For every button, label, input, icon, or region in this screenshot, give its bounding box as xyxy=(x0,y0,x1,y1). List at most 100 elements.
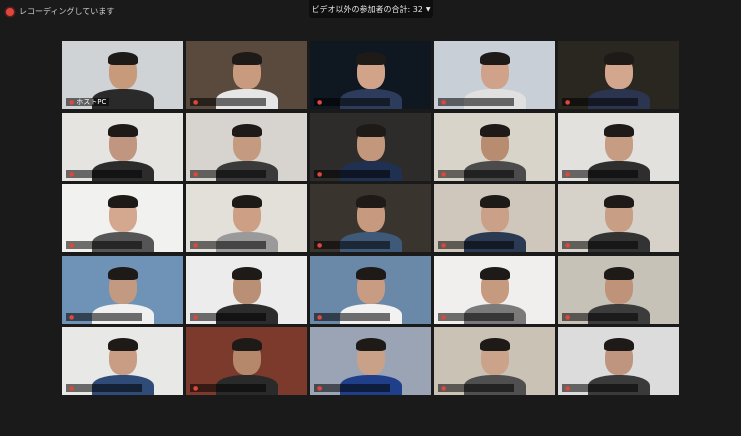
participant-name-label: ● xyxy=(190,170,266,178)
mic-muted-icon: ● xyxy=(193,385,199,392)
video-tile[interactable]: ● xyxy=(62,327,183,395)
mic-muted-icon: ● xyxy=(193,242,199,249)
participants-dropdown[interactable]: ビデオ以外の参加者の合計: 32 ▼ xyxy=(309,0,433,18)
record-icon xyxy=(6,7,14,16)
participant-hair xyxy=(108,338,138,351)
video-tile[interactable]: ● xyxy=(62,184,183,252)
participant-hair xyxy=(232,338,262,351)
video-tile[interactable]: ● xyxy=(310,113,431,181)
participant-hair xyxy=(480,52,510,65)
video-tile[interactable]: ● xyxy=(310,327,431,395)
mic-muted-icon: ● xyxy=(565,242,571,249)
mic-muted-icon: ● xyxy=(441,171,447,178)
participant-hair xyxy=(232,267,262,280)
mic-muted-icon: ● xyxy=(317,385,323,392)
video-tile[interactable]: ● ホストPC xyxy=(62,41,183,109)
video-tile[interactable]: ● xyxy=(310,184,431,252)
participant-name-label: ● xyxy=(66,241,142,249)
participant-name-label: ● xyxy=(562,241,638,249)
participant-hair xyxy=(108,267,138,280)
participant-name-label: ● xyxy=(190,384,266,392)
participant-hair xyxy=(232,52,262,65)
video-tile[interactable]: ● xyxy=(434,256,555,324)
participant-name-label: ● xyxy=(562,313,638,321)
video-tile[interactable]: ● xyxy=(186,113,307,181)
video-tile[interactable]: ● xyxy=(186,41,307,109)
participant-name-label: ● xyxy=(562,98,638,106)
participant-name-label: ● xyxy=(438,170,514,178)
participant-name-label: ● xyxy=(314,241,390,249)
participant-hair xyxy=(604,124,634,137)
participant-hair xyxy=(604,267,634,280)
participant-hair xyxy=(604,338,634,351)
mic-muted-icon: ● xyxy=(69,242,75,249)
participant-name-label: ● xyxy=(190,313,266,321)
video-tile[interactable]: ● xyxy=(186,256,307,324)
video-tile[interactable]: ● xyxy=(558,113,679,181)
participant-name-label: ● ホストPC xyxy=(66,98,110,106)
participant-name-label: ● xyxy=(66,384,142,392)
mic-muted-icon: ● xyxy=(193,314,199,321)
chevron-down-icon: ▼ xyxy=(425,5,431,13)
participant-name-label: ● xyxy=(438,98,514,106)
mic-muted-icon: ● xyxy=(317,314,323,321)
participant-hair xyxy=(108,52,138,65)
participant-hair xyxy=(356,267,386,280)
recording-indicator: レコーディングしています xyxy=(6,6,114,17)
participant-hair xyxy=(604,52,634,65)
video-tile[interactable]: ● xyxy=(434,184,555,252)
participant-hair xyxy=(356,52,386,65)
participant-hair xyxy=(356,195,386,208)
mic-muted-icon: ● xyxy=(565,385,571,392)
participant-name-label: ● xyxy=(314,170,390,178)
participants-label: ビデオ以外の参加者の合計: 32 xyxy=(311,4,423,14)
participant-hair xyxy=(480,195,510,208)
video-tile[interactable]: ● xyxy=(62,256,183,324)
participant-name-label: ● xyxy=(438,384,514,392)
video-tile[interactable]: ● xyxy=(434,327,555,395)
mic-muted-icon: ● xyxy=(193,99,199,106)
video-tile[interactable]: ● xyxy=(558,327,679,395)
participant-hair xyxy=(356,124,386,137)
video-tile[interactable]: ● xyxy=(310,256,431,324)
video-tile[interactable]: ● xyxy=(434,41,555,109)
mic-muted-icon: ● xyxy=(441,242,447,249)
mic-muted-icon: ● xyxy=(565,171,571,178)
mic-muted-icon: ● xyxy=(317,242,323,249)
video-tile[interactable]: ● xyxy=(558,41,679,109)
mic-muted-icon: ● xyxy=(69,99,75,106)
mic-muted-icon: ● xyxy=(193,171,199,178)
mic-muted-icon: ● xyxy=(69,171,75,178)
participant-hair xyxy=(480,267,510,280)
video-tile[interactable]: ● xyxy=(186,184,307,252)
video-tile[interactable]: ● xyxy=(62,113,183,181)
participant-name-label: ● xyxy=(562,170,638,178)
participant-name-label: ● xyxy=(66,313,142,321)
mic-muted-icon: ● xyxy=(565,314,571,321)
mic-muted-icon: ● xyxy=(441,99,447,106)
participant-hair xyxy=(480,124,510,137)
video-tile[interactable]: ● xyxy=(558,184,679,252)
participant-name: ホストPC xyxy=(76,98,107,106)
participant-hair xyxy=(232,195,262,208)
video-tile[interactable]: ● xyxy=(186,327,307,395)
participant-name-label: ● xyxy=(562,384,638,392)
participant-hair xyxy=(108,195,138,208)
participant-name-label: ● xyxy=(314,98,390,106)
participant-name-label: ● xyxy=(190,98,266,106)
participant-name-label: ● xyxy=(314,313,390,321)
mic-muted-icon: ● xyxy=(317,99,323,106)
participant-hair xyxy=(232,124,262,137)
mic-muted-icon: ● xyxy=(69,385,75,392)
participant-name-label: ● xyxy=(438,313,514,321)
video-tile[interactable]: ● xyxy=(434,113,555,181)
mic-muted-icon: ● xyxy=(441,314,447,321)
participant-name-label: ● xyxy=(314,384,390,392)
participant-name-label: ● xyxy=(66,170,142,178)
recording-label: レコーディングしています xyxy=(19,7,115,16)
video-tile[interactable]: ● xyxy=(558,256,679,324)
video-grid: ● ホストPC ● ● ● ● ● ● ● ● ● ● ● ● ● ● ● ● ● ● ● ● ● ● ● ● xyxy=(62,41,679,396)
participant-hair xyxy=(108,124,138,137)
video-tile[interactable]: ● xyxy=(310,41,431,109)
mic-muted-icon: ● xyxy=(441,385,447,392)
